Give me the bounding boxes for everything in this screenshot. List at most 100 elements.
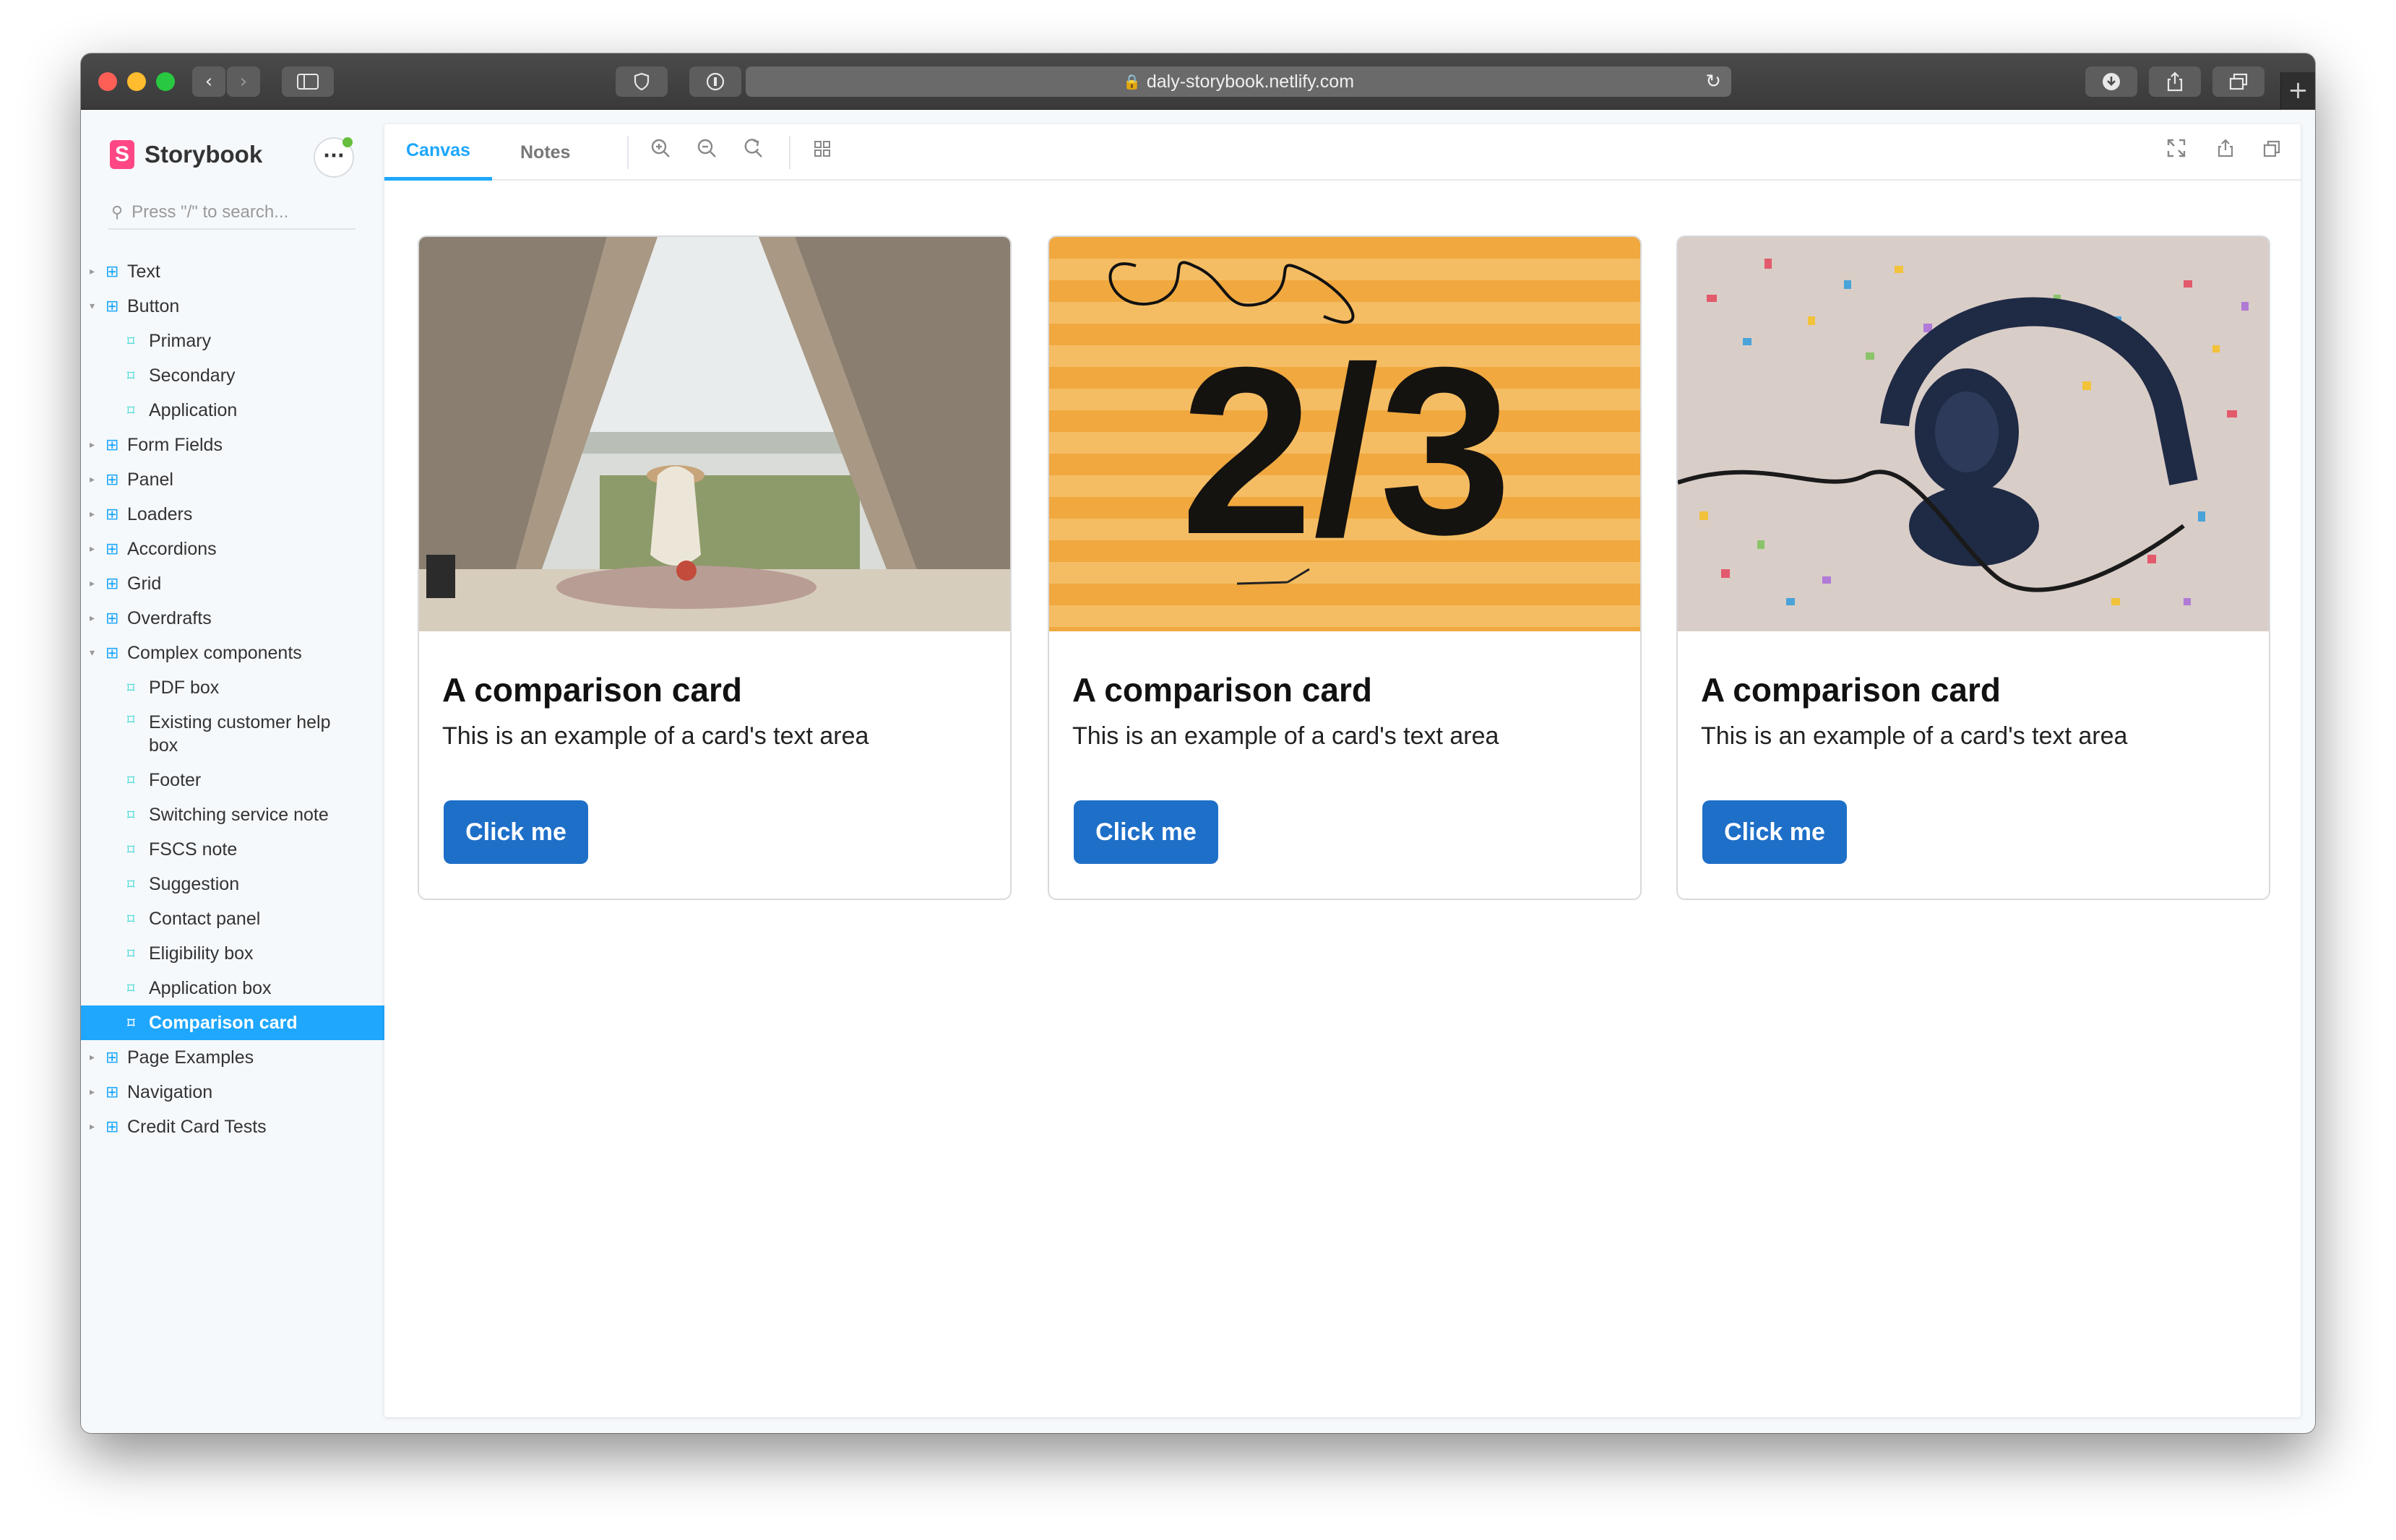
bookmark-icon: ⌑ [127,332,135,350]
grid-toggle-button[interactable] [808,137,837,166]
component-icon: ⊞ [105,574,119,593]
sidebar-icon [297,74,319,90]
copy-link-button[interactable] [2257,137,2286,166]
click-me-button[interactable]: Click me [1074,800,1218,864]
tab-notes[interactable]: Notes [499,124,592,181]
component-icon: ⊞ [105,436,119,454]
comparison-card: 2/3 A comparison card This is an example… [1048,235,1642,900]
zoom-in-icon [651,139,670,157]
bookmark-icon: ⌑ [127,679,135,696]
component-icon: ⊞ [105,609,119,628]
close-window-button[interactable] [98,72,117,91]
card-image-tent-picnic [419,237,1010,631]
bookmark-icon: ⌑ [127,806,135,823]
story-tree: ▸ ⊞ Text ▾ ⊞ Button ⌑ Primary ⌑ Secondary ⌑ Applica… [81,254,384,1144]
sidebar-story-comparison-card[interactable]: ⌑ Comparison card [81,1005,384,1040]
sidebar-story-contact-panel[interactable]: ⌑ Contact panel [81,901,384,936]
sidebar-story-switching-service-note[interactable]: ⌑ Switching service note [81,797,384,832]
ellipsis-icon: ··· [323,145,345,167]
card-text: This is an example of a card's text area [1701,722,2128,750]
sidebar-story-application[interactable]: ⌑ Application [81,393,384,428]
zoom-out-icon [697,139,716,157]
preview-toolbar: Canvas Notes [384,124,2301,181]
sidebar-item-label: Loaders [127,503,193,524]
sidebar-item-label: Application box [149,977,272,998]
zoom-reset-button[interactable] [738,137,767,166]
sidebar-story-pdf-box[interactable]: ⌑ PDF box [81,670,384,705]
sidebar-toggle-button[interactable] [282,66,334,97]
back-button[interactable]: ‹ [192,66,225,97]
tab-canvas[interactable]: Canvas [384,124,492,181]
caret-right-icon: ▸ [90,1052,95,1063]
sidebar-group-overdrafts[interactable]: ▸ ⊞ Overdrafts [81,601,384,636]
sidebar-item-label: Page Examples [127,1047,254,1068]
bookmark-icon: ⌑ [127,979,135,997]
sidebar-group-form-fields[interactable]: ▸ ⊞ Form Fields [81,428,384,462]
sidebar-story-eligibility-box[interactable]: ⌑ Eligibility box [81,936,384,971]
card-title: A comparison card [442,671,742,709]
minimize-window-button[interactable] [127,72,146,91]
search-input[interactable]: ⚲ Press "/" to search... [108,196,355,230]
url-text: daly-storybook.netlify.com [1146,71,1355,92]
new-tab-button[interactable]: + [2280,72,2315,110]
browser-window: ‹ › 🔒 daly-storybook.netlify.com ↻ + S S… [81,53,2315,1433]
privacy-shield-button[interactable] [616,66,668,97]
open-in-new-tab-button[interactable] [2211,137,2240,166]
card-title: A comparison card [1701,671,2001,709]
caret-right-icon: ▸ [90,1086,95,1098]
sidebar-group-button[interactable]: ▾ ⊞ Button [81,289,384,324]
search-icon: ⚲ [111,203,124,222]
bookmark-icon: ⌑ [127,945,135,962]
zoom-reset-icon [744,139,762,157]
sidebar-group-navigation[interactable]: ▸ ⊞ Navigation [81,1075,384,1109]
sidebar-group-loaders[interactable]: ▸ ⊞ Loaders [81,497,384,532]
caret-right-icon: ▸ [90,439,95,451]
caret-down-icon: ▾ [90,300,95,312]
password-manager-button[interactable] [689,66,741,97]
plus-icon: + [2288,76,2309,105]
sidebar-item-label: Text [127,261,160,282]
sidebar-group-accordions[interactable]: ▸ ⊞ Accordions [81,532,384,566]
sidebar-story-footer[interactable]: ⌑ Footer [81,763,384,797]
toolbar-divider [789,136,790,169]
caret-right-icon: ▸ [90,578,95,589]
address-bar[interactable]: 🔒 daly-storybook.netlify.com ↻ [746,66,1731,97]
click-me-button[interactable]: Click me [444,800,588,864]
component-icon: ⊞ [105,540,119,558]
password-icon [706,72,725,91]
forward-button[interactable]: › [227,66,260,97]
sidebar-group-page-examples[interactable]: ▸ ⊞ Page Examples [81,1040,384,1075]
fullscreen-icon [2167,139,2186,157]
sidebar-story-suggestion[interactable]: ⌑ Suggestion [81,867,384,901]
sidebar-group-credit-card-tests[interactable]: ▸ ⊞ Credit Card Tests [81,1109,384,1144]
downloads-button[interactable] [2085,66,2137,97]
sidebar-item-label: Switching service note [149,804,329,825]
shield-icon [634,72,650,91]
sidebar-group-grid[interactable]: ▸ ⊞ Grid [81,566,384,601]
zoom-in-button[interactable] [646,137,675,166]
maximize-window-button[interactable] [156,72,175,91]
tabs-overview-button[interactable] [2212,66,2264,97]
storybook-logo[interactable]: S Storybook [110,140,262,169]
sidebar-story-existing-customer-help-box[interactable]: ⌑ Existing customer help box [81,705,384,763]
sidebar-item-label: Form Fields [127,434,223,455]
reload-icon[interactable]: ↻ [1705,71,1721,92]
fullscreen-button[interactable] [2162,137,2191,166]
notification-dot [342,137,353,147]
sidebar-item-label: Comparison card [149,1012,298,1033]
sidebar-item-label: Contact panel [149,908,261,929]
caret-right-icon: ▸ [90,474,95,485]
sidebar-story-application-box[interactable]: ⌑ Application box [81,971,384,1005]
click-me-button[interactable]: Click me [1702,800,1847,864]
sidebar-story-fscs-note[interactable]: ⌑ FSCS note [81,832,384,867]
sidebar-group-text[interactable]: ▸ ⊞ Text [81,254,384,289]
share-icon [2167,72,2183,92]
zoom-out-button[interactable] [692,137,721,166]
sidebar-item-label: Grid [127,573,162,594]
sidebar-group-panel[interactable]: ▸ ⊞ Panel [81,462,384,497]
share-button[interactable] [2149,66,2201,97]
sidebar-group-complex-components[interactable]: ▾ ⊞ Complex components [81,636,384,670]
sidebar-story-primary[interactable]: ⌑ Primary [81,324,384,358]
comparison-card: A comparison card This is an example of … [1676,235,2270,900]
sidebar-story-secondary[interactable]: ⌑ Secondary [81,358,384,393]
